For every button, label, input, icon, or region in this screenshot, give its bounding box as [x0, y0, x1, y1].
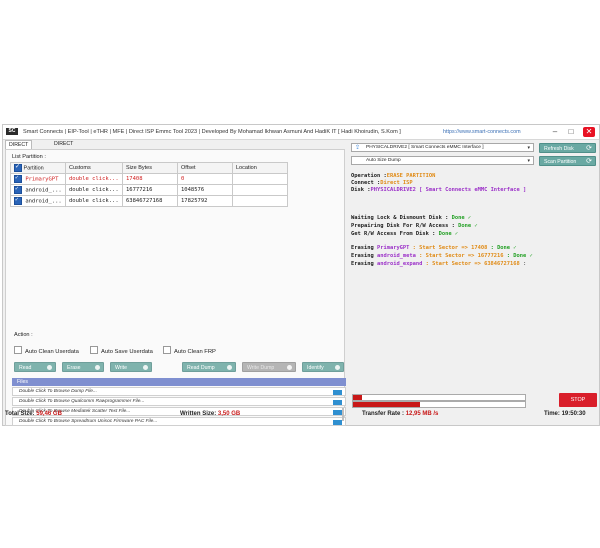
identify-button[interactable]: Identify: [302, 362, 344, 372]
custom-file-cell[interactable]: double click...: [65, 195, 123, 207]
partition-name: android_...: [25, 187, 62, 194]
size-cell: 17408: [122, 173, 178, 185]
identify-icon: [335, 365, 340, 370]
write-dump-button[interactable]: Write Dump: [242, 362, 296, 372]
offset-cell: 0: [177, 173, 233, 185]
rawprogrammer-file-browse-row[interactable]: Double Click To Browse Qualcomm Rawprogr…: [12, 397, 346, 406]
erase-button[interactable]: Erase: [62, 362, 104, 372]
read-button[interactable]: Read: [14, 362, 56, 372]
row-checkbox[interactable]: [14, 196, 22, 205]
erase-icon: [95, 365, 100, 370]
column-header-customs: Customs: [65, 162, 123, 174]
log-erase-line: Erasing android_expand : Start Sector =>…: [351, 261, 527, 267]
window-title: Smart Connects | EIP-Tool | eTHR | MFE |…: [23, 129, 401, 135]
browse-icon[interactable]: [333, 420, 342, 425]
tab-direct-pinout[interactable]: DIRECT PINOUT: [51, 140, 77, 156]
scan-icon: ⟳: [586, 158, 592, 165]
chevron-down-icon: ▾: [527, 145, 530, 151]
write-button[interactable]: Write: [110, 362, 152, 372]
partition-name: android_...: [25, 198, 62, 205]
log-connect: Connect :Direct ISP: [351, 180, 413, 186]
auto-save-userdata-checkbox[interactable]: Auto Save Userdata: [90, 346, 153, 355]
table-row[interactable]: android_... double click... 63846727168 …: [10, 195, 288, 207]
maximize-button[interactable]: □: [565, 127, 577, 137]
status-divider: [342, 408, 344, 421]
column-header-location: Location: [232, 162, 288, 174]
app-logo: SC: [6, 128, 18, 135]
direct-flash-panel: List Partition : Partition Customs Size …: [5, 149, 346, 426]
stop-button[interactable]: STOP: [559, 393, 597, 407]
website-link[interactable]: https://www.smart-connects.com: [443, 129, 521, 135]
log-erase-line: Erasing android_meta : Start Sector => 1…: [351, 253, 533, 259]
size-cell: 16777216: [122, 184, 178, 196]
progress-fill: [353, 402, 421, 407]
dump-file-browse-row[interactable]: Double Click To Browse Dump File...: [12, 387, 346, 396]
column-header-size: Size Bytes: [122, 162, 178, 174]
log-operation: Operation :ERASE PARTITION: [351, 173, 436, 179]
location-cell: [232, 173, 288, 185]
log-line: Get R/W Access From Disk : Done ✓: [351, 231, 459, 237]
offset-cell: 1048576: [177, 184, 233, 196]
files-header: Files: [12, 378, 346, 386]
read-dump-icon: [227, 365, 232, 370]
browse-icon[interactable]: [333, 390, 342, 395]
column-header-offset: Offset: [177, 162, 233, 174]
status-bar: Total Size: 59,46 GB Written Size: 3,50 …: [2, 408, 598, 421]
transfer-rate: Transfer Rate : 12,95 MB /s: [362, 411, 439, 417]
action-caption: Action :: [14, 332, 33, 338]
progress-fill: [353, 395, 362, 400]
minimize-button[interactable]: –: [549, 127, 561, 137]
close-button[interactable]: ✕: [583, 127, 595, 137]
size-cell: 63846727168: [122, 195, 178, 207]
elapsed-time: Time: 19:50:30: [544, 411, 586, 417]
refresh-icon: ⟳: [586, 145, 592, 152]
partition-table: Partition Customs Size Bytes Offset Loca…: [10, 162, 288, 207]
table-header-row: Partition Customs Size Bytes Offset Loca…: [10, 162, 288, 174]
usb-icon: ⇪: [355, 145, 361, 151]
total-size: Total Size: 59,46 GB: [5, 411, 62, 417]
browse-icon[interactable]: [333, 400, 342, 405]
column-header-partition: Partition: [10, 162, 66, 174]
partition-list-caption: List Partition :: [12, 154, 46, 160]
partition-name: PrimaryGPT: [25, 176, 59, 183]
row-checkbox[interactable]: [14, 174, 22, 183]
offset-cell: 17825792: [177, 195, 233, 207]
chevron-down-icon: ▾: [527, 158, 530, 164]
select-all-checkbox[interactable]: [14, 163, 22, 172]
location-cell: [232, 195, 288, 207]
table-row[interactable]: android_... double click... 16777216 104…: [10, 184, 288, 196]
dump-mode-select[interactable]: Auto Size Dump ▾: [351, 156, 534, 165]
log-line: Prepairing Disk For R/W Access : Done ✓: [351, 223, 478, 229]
scan-partition-button[interactable]: Scan Partition ⟳: [539, 156, 596, 166]
read-dump-button[interactable]: Read Dump: [182, 362, 236, 372]
refresh-disk-button[interactable]: Refresh Disk ⟳: [539, 143, 596, 153]
auto-clean-userdata-checkbox[interactable]: Auto Clean Userdata: [14, 346, 79, 355]
log-line: Waiting Lock & Dismount Disk : Done ✓: [351, 215, 472, 221]
app-window: SC Smart Connects | EIP-Tool | eTHR | MF…: [2, 124, 600, 426]
row-checkbox[interactable]: [14, 185, 22, 194]
log-erase-line: Erasing PrimaryGPT : Start Sector => 174…: [351, 245, 517, 251]
custom-file-cell[interactable]: double click...: [65, 184, 123, 196]
custom-file-cell[interactable]: double click...: [65, 173, 123, 185]
disk-select[interactable]: ⇪ PHYSICALDRIVE2 [ Smart Connects eMMC In…: [351, 143, 534, 152]
written-size: Written Size: 3,50 GB: [180, 411, 241, 417]
title-bar: SC Smart Connects | EIP-Tool | eTHR | MF…: [3, 125, 599, 140]
read-icon: [47, 365, 52, 370]
write-icon: [143, 365, 148, 370]
table-row[interactable]: PrimaryGPT double click... 17408 0: [10, 173, 288, 185]
partition-progress-bar: [352, 394, 526, 401]
location-cell: [232, 184, 288, 196]
log-disk: Disk :PHYSICALDRIVE2 [ Smart Connects eM…: [351, 187, 527, 193]
auto-clean-frp-checkbox[interactable]: Auto Clean FRP: [163, 346, 216, 355]
total-progress-bar: [352, 401, 526, 408]
device-log-panel: ⇪ PHYSICALDRIVE2 [ Smart Connects eMMC In…: [347, 140, 598, 424]
write-dump-icon: [287, 365, 292, 370]
